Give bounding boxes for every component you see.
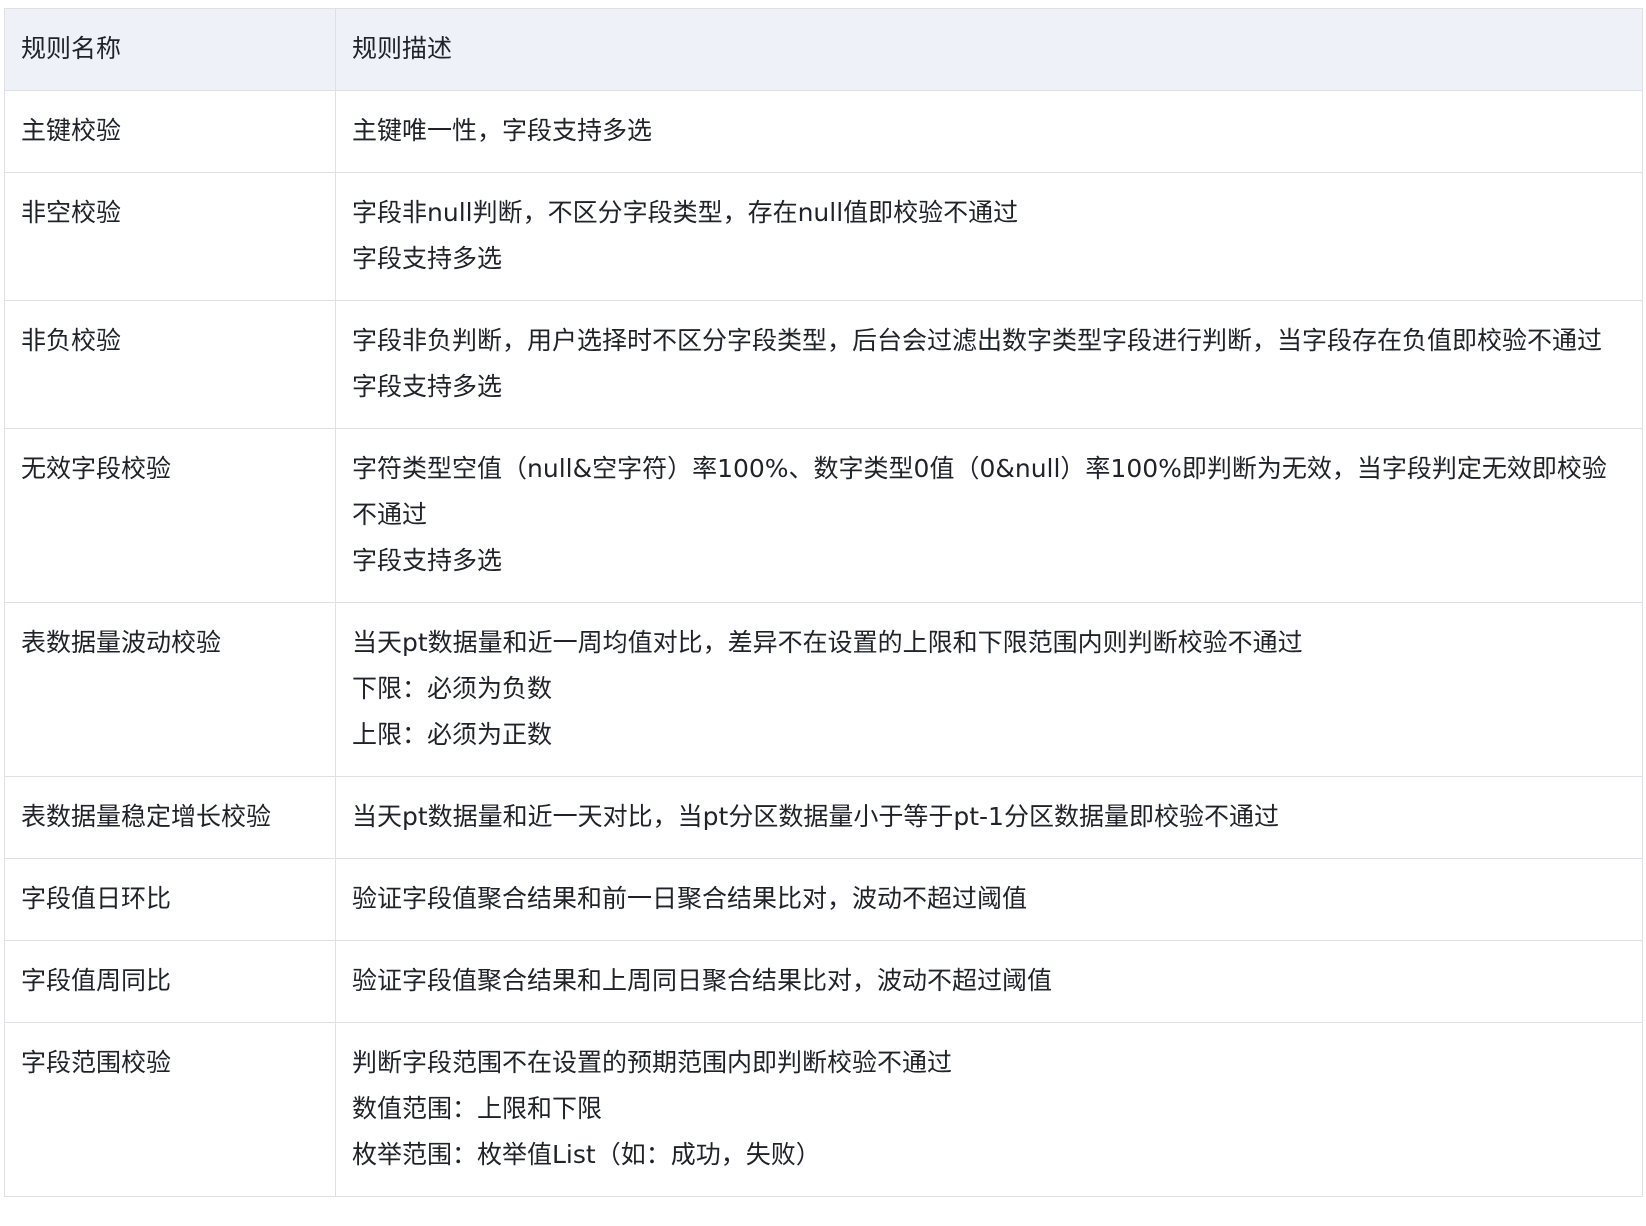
rule-description-cell: 字段非null判断，不区分字段类型，存在null值即校验不通过 字段支持多选 (335, 172, 1643, 301)
rule-description-cell: 字符类型空值（null&空字符）率100%、数字类型0值（0&null）率100… (335, 428, 1643, 603)
description-line: 字段支持多选 (352, 244, 503, 273)
rule-name-cell: 表数据量稳定增长校验 (4, 776, 336, 859)
rule-description-cell: 验证字段值聚合结果和上周同日聚合结果比对，波动不超过阈值 (335, 940, 1643, 1023)
description-line: 数值范围：上限和下限 (352, 1094, 603, 1123)
header-rule-name: 规则名称 (4, 8, 336, 91)
rule-name-cell: 非空校验 (4, 172, 336, 301)
table-row: 非空校验 字段非null判断，不区分字段类型，存在null值即校验不通过 字段支… (4, 172, 1643, 301)
table-row: 字段范围校验 判断字段范围不在设置的预期范围内即判断校验不通过 数值范围：上限和… (4, 1022, 1643, 1197)
table-body: 主键校验 主键唯一性，字段支持多选 非空校验 字段非null判断，不区分字段类型… (4, 90, 1643, 1197)
description-line: 判断字段范围不在设置的预期范围内即判断校验不通过 (352, 1048, 953, 1077)
description-line: 字段支持多选 (352, 546, 503, 575)
rule-description-cell: 当天pt数据量和近一周均值对比，差异不在设置的上限和下限范围内则判断校验不通过 … (335, 602, 1643, 777)
description-line: 枚举范围：枚举值List（如：成功，失败） (352, 1140, 821, 1169)
rule-description-cell: 当天pt数据量和近一天对比，当pt分区数据量小于等于pt-1分区数据量即校验不通… (335, 776, 1643, 859)
description-line: 上限：必须为正数 (352, 720, 553, 749)
description-line: 字符类型空值（null&空字符）率100%、数字类型0值（0&null）率100… (352, 454, 1607, 529)
description-line: 下限：必须为负数 (352, 674, 553, 703)
rule-name-cell: 非负校验 (4, 300, 336, 429)
table-row: 表数据量波动校验 当天pt数据量和近一周均值对比，差异不在设置的上限和下限范围内… (4, 602, 1643, 777)
table-header: 规则名称 规则描述 (4, 8, 1643, 91)
description-line: 字段支持多选 (352, 372, 503, 401)
table-row: 字段值周同比 验证字段值聚合结果和上周同日聚合结果比对，波动不超过阈值 (4, 940, 1643, 1023)
description-line: 字段非负判断，用户选择时不区分字段类型，后台会过滤出数字类型字段进行判断，当字段… (352, 326, 1603, 355)
table-row: 无效字段校验 字符类型空值（null&空字符）率100%、数字类型0值（0&nu… (4, 428, 1643, 603)
description-line: 验证字段值聚合结果和前一日聚合结果比对，波动不超过阈值 (352, 884, 1028, 913)
rule-name-cell: 表数据量波动校验 (4, 602, 336, 777)
rule-name-cell: 字段范围校验 (4, 1022, 336, 1197)
rule-description-cell: 判断字段范围不在设置的预期范围内即判断校验不通过 数值范围：上限和下限 枚举范围… (335, 1022, 1643, 1197)
table-row: 非负校验 字段非负判断，用户选择时不区分字段类型，后台会过滤出数字类型字段进行判… (4, 300, 1643, 429)
description-line: 当天pt数据量和近一周均值对比，差异不在设置的上限和下限范围内则判断校验不通过 (352, 628, 1303, 657)
description-line: 字段非null判断，不区分字段类型，存在null值即校验不通过 (352, 198, 1019, 227)
table-row: 字段值日环比 验证字段值聚合结果和前一日聚合结果比对，波动不超过阈值 (4, 858, 1643, 941)
rule-name-cell: 字段值日环比 (4, 858, 336, 941)
rule-name-cell: 主键校验 (4, 90, 336, 173)
table-row: 表数据量稳定增长校验 当天pt数据量和近一天对比，当pt分区数据量小于等于pt-… (4, 776, 1643, 859)
rules-table: 规则名称 规则描述 主键校验 主键唯一性，字段支持多选 非空校验 字段非null… (4, 8, 1643, 1197)
description-line: 当天pt数据量和近一天对比，当pt分区数据量小于等于pt-1分区数据量即校验不通… (352, 802, 1279, 831)
table-row: 主键校验 主键唯一性，字段支持多选 (4, 90, 1643, 173)
rule-description-cell: 字段非负判断，用户选择时不区分字段类型，后台会过滤出数字类型字段进行判断，当字段… (335, 300, 1643, 429)
header-row: 规则名称 规则描述 (4, 8, 1643, 91)
rule-description-cell: 主键唯一性，字段支持多选 (335, 90, 1643, 173)
description-line: 验证字段值聚合结果和上周同日聚合结果比对，波动不超过阈值 (352, 966, 1053, 995)
rule-description-cell: 验证字段值聚合结果和前一日聚合结果比对，波动不超过阈值 (335, 858, 1643, 941)
document-page: 规则名称 规则描述 主键校验 主键唯一性，字段支持多选 非空校验 字段非null… (0, 0, 1646, 1226)
description-line: 主键唯一性，字段支持多选 (352, 116, 653, 145)
header-rule-description: 规则描述 (335, 8, 1643, 91)
rule-name-cell: 无效字段校验 (4, 428, 336, 603)
rule-name-cell: 字段值周同比 (4, 940, 336, 1023)
